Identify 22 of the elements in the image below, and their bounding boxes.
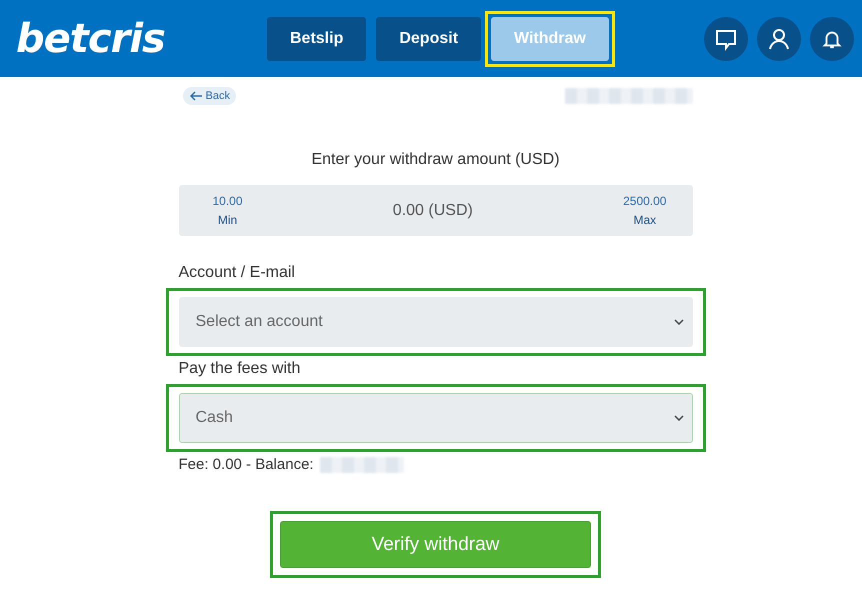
logo: betcris: [16, 16, 166, 62]
bell-icon[interactable]: [810, 16, 854, 60]
nav-tab[interactable]: Betslip: [267, 16, 366, 60]
user-icon[interactable]: [757, 16, 801, 60]
amount-title: Enter your withdraw amount (USD): [310, 151, 561, 169]
select-field[interactable]: Select an account: [178, 297, 692, 347]
arrow-left-icon: [188, 91, 202, 101]
chevron-down-icon: [674, 319, 684, 325]
min-label: Min: [218, 213, 238, 227]
chat-icon[interactable]: [704, 16, 748, 60]
chevron-down-icon: [674, 415, 684, 421]
min-value: 10.00: [212, 194, 243, 208]
verify-withdraw-button[interactable]: Verify withdraw: [280, 521, 591, 568]
max-value: 2500.00: [623, 194, 666, 208]
amount-value: 0.00 (USD): [392, 202, 473, 220]
max-label: Max: [633, 213, 656, 227]
nav-tab[interactable]: Deposit: [376, 16, 482, 60]
back-button[interactable]: Back: [182, 87, 236, 105]
field-label: Pay the fees with: [178, 360, 302, 378]
field-label: Account / E-mail: [178, 264, 296, 282]
fee-text: Fee: 0.00 - Balance:: [178, 456, 314, 473]
select-field[interactable]: Cash: [178, 393, 692, 443]
